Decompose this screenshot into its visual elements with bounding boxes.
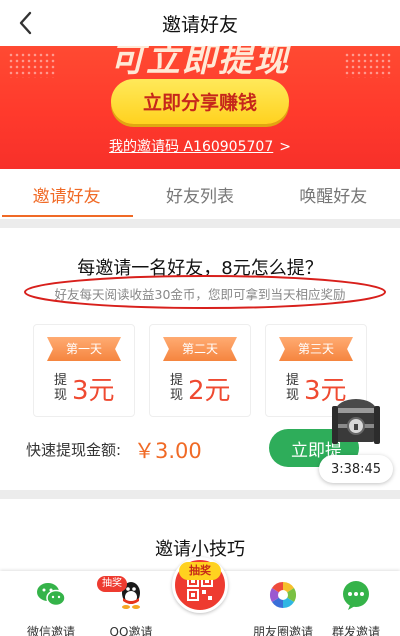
withdraw-label: 提现 [170, 373, 184, 403]
wechat-invite-button[interactable]: 微信邀请 [13, 579, 89, 636]
back-button[interactable] [12, 8, 42, 38]
share-earn-button[interactable]: 立即分享赚钱 [111, 79, 289, 124]
reward-rules-card: 每邀请一名好友，8元怎么提？ 好友每天阅读收益30金币，您即可拿到当天相应奖励 … [0, 228, 400, 490]
day-ribbon: 第三天 [279, 337, 353, 361]
invite-code-link[interactable]: 我的邀请码 A160905707 > [0, 136, 400, 156]
tab-bar: 邀请好友 好友列表 唤醒好友 [0, 169, 400, 219]
divider [0, 219, 400, 228]
chevron-right-icon: > [279, 139, 291, 155]
countdown-timer: 3:38:45 [319, 455, 393, 483]
rules-title: 每邀请一名好友，8元怎么提？ [77, 258, 323, 279]
lottery-badge: 抽奖 [179, 562, 221, 580]
invite-code-text: 我的邀请码 A160905707 [109, 139, 274, 155]
bottom-item-label: 群发邀请 [331, 625, 380, 636]
group-chat-icon [343, 581, 369, 610]
share-bottom-bar: 微信邀请 QQ邀请 抽奖 抽奖 朋友圈邀请 群发邀请 [0, 557, 400, 636]
tab-friend-list[interactable]: 好友列表 [133, 169, 266, 219]
wechat-icon [37, 583, 66, 607]
withdraw-amount: 2元 [188, 376, 231, 406]
day-ribbon: 第一天 [47, 337, 121, 361]
tab-wake-friends[interactable]: 唤醒好友 [267, 169, 400, 219]
withdraw-label: 提现 [286, 373, 300, 403]
withdraw-label: 提现 [54, 373, 68, 403]
chevron-left-icon [19, 11, 32, 35]
day-reward-card: 第二天 提现 2元 [149, 324, 251, 417]
bottom-item-label: QQ邀请 [109, 625, 153, 636]
bottom-item-label: 朋友圈邀请 [252, 625, 313, 636]
bottom-item-label: 微信邀请 [26, 625, 75, 636]
moments-icon [269, 581, 297, 609]
lottery-badge: 抽奖 [97, 576, 127, 592]
day-reward-card: 第一天 提现 3元 [33, 324, 135, 417]
quick-withdraw-amount: ￥3.00 [134, 439, 202, 463]
group-invite-button[interactable]: 群发邀请 [318, 579, 394, 636]
moments-invite-button[interactable]: 朋友圈邀请 [245, 579, 321, 636]
rules-subtitle: 好友每天阅读收益30金币，您即可拿到当天相应奖励 [54, 287, 346, 302]
promo-banner: 可立即提现 立即分享赚钱 我的邀请码 A160905707 > [0, 46, 400, 169]
page-title: 邀请好友 [161, 13, 238, 36]
tab-invite-friends[interactable]: 邀请好友 [0, 169, 134, 219]
banner-headline: 可立即提现 [110, 46, 290, 80]
quick-withdraw-label: 快速提现金额: [26, 441, 122, 459]
day-ribbon: 第二天 [163, 337, 237, 361]
treasure-chest-icon[interactable] [330, 394, 382, 450]
withdraw-amount: 3元 [72, 376, 115, 406]
top-nav-bar: 邀请好友 [0, 0, 400, 46]
